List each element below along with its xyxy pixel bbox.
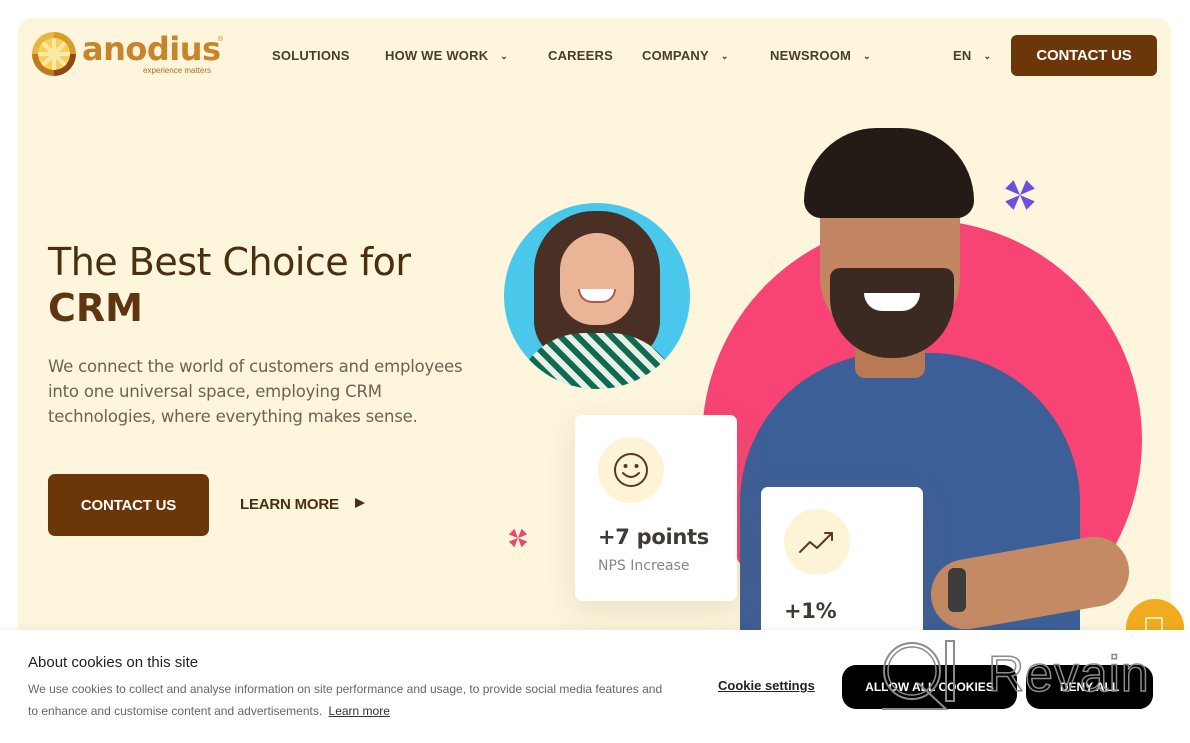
chevron-down-icon: ⌄ <box>500 51 509 61</box>
play-arrow-icon <box>354 498 365 508</box>
nav-item-company[interactable]: COMPANY ⌄ <box>642 48 729 63</box>
nav-label: NEWSROOM <box>770 48 852 63</box>
sparkle-icon <box>508 528 528 548</box>
logo-wordmark: anodius <box>82 30 221 68</box>
logo[interactable]: anodius ® experience matters <box>32 30 223 82</box>
hero-title: The Best Choice for <box>48 240 411 284</box>
stat-value: +7 points <box>598 525 709 549</box>
logo-mark-icon <box>32 32 76 76</box>
hero-contact-us-button[interactable]: CONTACT US <box>48 474 209 536</box>
logo-tagline: experience matters <box>143 66 212 75</box>
nav-item-newsroom[interactable]: NEWSROOM ⌄ <box>770 48 871 63</box>
cookie-learn-more-link[interactable]: Learn more <box>329 704 390 718</box>
stat-card-nps: +7 points NPS Increase <box>575 415 737 601</box>
registered-mark: ® <box>218 36 224 43</box>
cookie-settings-link[interactable]: Cookie settings <box>718 678 815 693</box>
nav-item-how-we-work[interactable]: HOW WE WORK ⌄ <box>385 48 508 63</box>
nav-label: COMPANY <box>642 48 709 63</box>
trend-up-icon <box>784 509 850 575</box>
learn-more-label: LEARN MORE <box>240 496 339 513</box>
hero-section: anodius ® experience matters SOLUTIONS H… <box>18 18 1171 658</box>
deny-all-button[interactable]: DENY ALL <box>1026 665 1153 709</box>
language-label: EN <box>953 48 972 63</box>
hero-description: We connect the world of customers and em… <box>48 357 463 426</box>
cookie-banner-text: We use cookies to collect and analyse in… <box>28 678 668 722</box>
smiley-icon <box>598 437 664 503</box>
stat-value: +1% <box>784 599 837 623</box>
nav-label: CAREERS <box>548 48 613 63</box>
header-contact-us-button[interactable]: CONTACT US <box>1011 35 1157 76</box>
cookie-banner-title: About cookies on this site <box>28 654 199 671</box>
cookie-banner: About cookies on this site We use cookie… <box>0 630 1190 743</box>
nav-label: SOLUTIONS <box>272 48 350 63</box>
sparkle-icon <box>1003 178 1037 212</box>
allow-all-cookies-button[interactable]: ALLOW ALL COOKIES <box>842 665 1017 709</box>
woman-photo <box>504 203 690 389</box>
learn-more-link[interactable]: LEARN MORE <box>240 496 365 513</box>
chevron-down-icon: ⌄ <box>983 51 992 61</box>
nav-label: HOW WE WORK <box>385 48 489 63</box>
chevron-down-icon: ⌄ <box>863 51 871 61</box>
language-selector[interactable]: EN ⌄ <box>953 48 991 63</box>
stat-label: NPS Increase <box>598 558 690 574</box>
nav-item-solutions[interactable]: SOLUTIONS <box>272 48 350 63</box>
nav-item-careers[interactable]: CAREERS <box>548 48 613 63</box>
hero-title-highlight: CRM <box>48 286 143 330</box>
chevron-down-icon: ⌄ <box>720 51 729 61</box>
